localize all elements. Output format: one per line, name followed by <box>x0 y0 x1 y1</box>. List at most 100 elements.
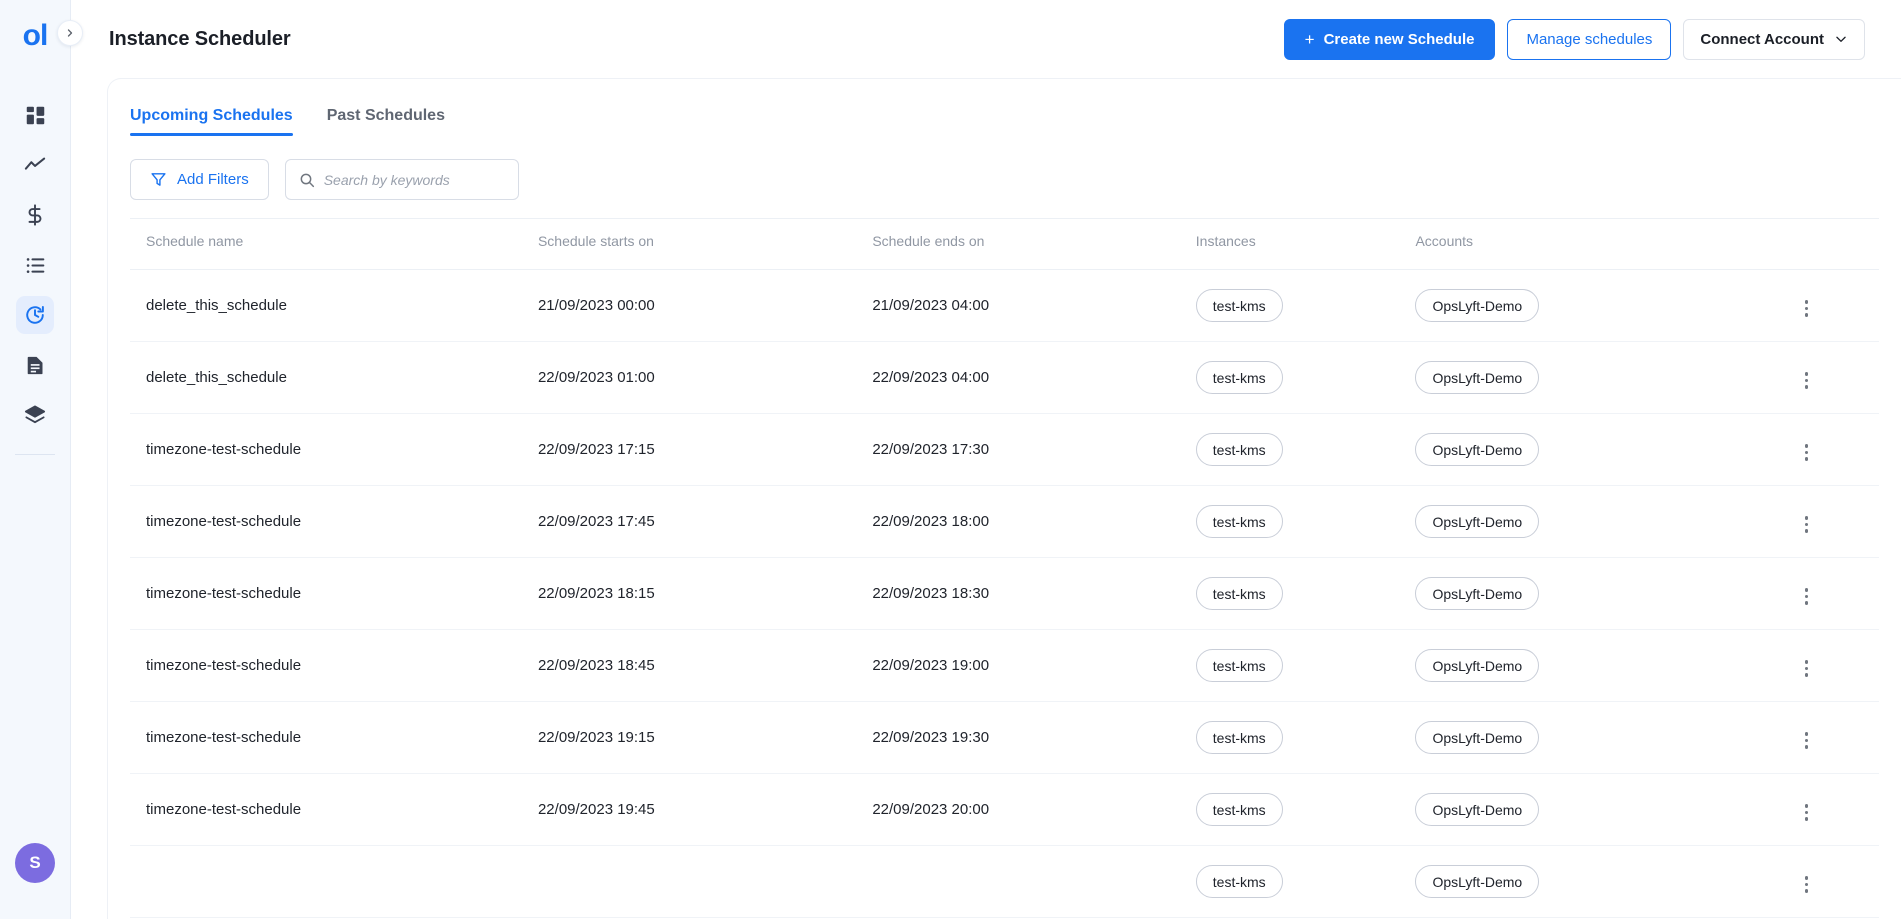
instance-pill[interactable]: test-kms <box>1195 289 1283 322</box>
table-header-row: Schedule name Schedule starts on Schedul… <box>130 218 1879 270</box>
sidebar-item-scheduler[interactable] <box>16 296 54 334</box>
sidebar-expand-button[interactable] <box>57 20 83 46</box>
chevron-down-icon <box>1834 32 1848 46</box>
cell-schedule-name: delete_this_schedule <box>130 269 538 342</box>
table-row[interactable]: delete_this_schedule 21/09/2023 00:00 21/0… <box>130 269 1879 342</box>
add-filters-button[interactable]: Add Filters <box>130 159 269 200</box>
sidebar-item-cost[interactable] <box>16 196 54 234</box>
instance-pill[interactable]: test-kms <box>1195 577 1283 610</box>
sidebar-logo-zone: ol <box>0 0 83 71</box>
table-row[interactable]: timezone-test-schedule 22/09/2023 19:45 22… <box>130 773 1879 846</box>
schedules-table-wrap: Schedule name Schedule starts on Schedul… <box>108 218 1901 919</box>
cell-actions <box>1734 557 1879 630</box>
brand-logo[interactable]: ol <box>23 20 49 51</box>
account-pill[interactable]: OpsLyft-Demo <box>1415 577 1540 610</box>
more-vertical-icon[interactable] <box>1797 368 1817 393</box>
table-row[interactable]: timezone-test-schedule 22/09/2023 17:45 22… <box>130 485 1879 558</box>
table-row[interactable]: timezone-test-schedule 22/09/2023 18:45 22… <box>130 629 1879 702</box>
instance-pill[interactable]: test-kms <box>1195 865 1283 898</box>
more-vertical-icon[interactable] <box>1797 800 1817 825</box>
instance-pill[interactable]: test-kms <box>1195 433 1283 466</box>
cell-instances: test-kms <box>1195 413 1416 486</box>
cell-accounts: OpsLyft-Demo <box>1415 557 1735 630</box>
sidebar-item-resources[interactable] <box>16 396 54 434</box>
cell-actions <box>1734 773 1879 846</box>
instance-pill[interactable]: test-kms <box>1195 505 1283 538</box>
cell-instances: test-kms <box>1195 629 1416 702</box>
more-vertical-icon[interactable] <box>1797 440 1817 465</box>
cell-actions <box>1734 845 1879 918</box>
instance-pill[interactable]: test-kms <box>1195 649 1283 682</box>
plus-icon: + <box>1304 29 1315 49</box>
avatar[interactable]: S <box>15 843 55 883</box>
content-card: Upcoming Schedules Past Schedules Add Fi… <box>107 78 1901 919</box>
account-pill[interactable]: OpsLyft-Demo <box>1415 649 1540 682</box>
grid-dashboard-icon <box>25 105 46 126</box>
cell-instances: test-kms <box>1195 485 1416 558</box>
cell-ends-on: 22/09/2023 04:00 <box>872 341 1196 414</box>
sidebar-divider <box>15 454 55 455</box>
table-row[interactable]: test-kms OpsLyft-Demo <box>130 845 1879 918</box>
search-box[interactable] <box>284 159 519 200</box>
cell-schedule-name: timezone-test-schedule <box>130 701 538 774</box>
instance-pill[interactable]: test-kms <box>1195 721 1283 754</box>
cell-actions <box>1734 629 1879 702</box>
account-pill[interactable]: OpsLyft-Demo <box>1415 361 1540 394</box>
cell-starts-on: 22/09/2023 17:15 <box>537 413 873 486</box>
search-input[interactable] <box>323 171 505 188</box>
more-vertical-icon[interactable] <box>1797 584 1817 609</box>
sidebar: ol S <box>0 0 83 919</box>
account-pill[interactable]: OpsLyft-Demo <box>1415 505 1540 538</box>
table-row[interactable]: timezone-test-schedule 22/09/2023 19:15 22… <box>130 701 1879 774</box>
cell-accounts: OpsLyft-Demo <box>1415 845 1735 918</box>
sidebar-item-analytics[interactable] <box>16 146 54 184</box>
tab-bar: Upcoming Schedules Past Schedules <box>108 79 1901 137</box>
more-vertical-icon[interactable] <box>1797 512 1817 537</box>
table-body: delete_this_schedule 21/09/2023 00:00 21/0… <box>130 269 1879 918</box>
sidebar-item-dashboard[interactable] <box>16 96 54 134</box>
main-area: Instance Scheduler + Create new Schedule… <box>71 0 1901 919</box>
connect-account-button[interactable]: Connect Account <box>1683 18 1865 60</box>
more-vertical-icon[interactable] <box>1797 728 1817 753</box>
cell-instances: test-kms <box>1195 557 1416 630</box>
account-pill[interactable]: OpsLyft-Demo <box>1415 433 1540 466</box>
cell-starts-on: 22/09/2023 19:45 <box>537 773 873 846</box>
instance-pill[interactable]: test-kms <box>1195 793 1283 826</box>
column-header-starts-on: Schedule starts on <box>537 218 873 270</box>
tab-past-schedules[interactable]: Past Schedules <box>327 107 445 136</box>
instance-pill[interactable]: test-kms <box>1195 361 1283 394</box>
account-pill[interactable]: OpsLyft-Demo <box>1415 793 1540 826</box>
cell-starts-on: 22/09/2023 18:15 <box>537 557 873 630</box>
more-vertical-icon[interactable] <box>1797 872 1817 897</box>
create-new-schedule-label: Create new Schedule <box>1323 30 1475 48</box>
avatar-initial: S <box>29 853 41 872</box>
more-vertical-icon[interactable] <box>1797 296 1817 321</box>
cell-accounts: OpsLyft-Demo <box>1415 773 1735 846</box>
table-row[interactable]: delete_this_schedule 22/09/2023 01:00 22/0… <box>130 341 1879 414</box>
cell-instances: test-kms <box>1195 701 1416 774</box>
clock-refresh-icon <box>24 304 46 326</box>
account-pill[interactable]: OpsLyft-Demo <box>1415 289 1540 322</box>
cell-ends-on: 22/09/2023 19:00 <box>872 629 1196 702</box>
cell-starts-on: 21/09/2023 00:00 <box>537 269 873 342</box>
filter-row: Add Filters <box>108 137 1901 218</box>
table-head: Schedule name Schedule starts on Schedul… <box>130 218 1879 270</box>
sidebar-item-reports[interactable] <box>16 346 54 384</box>
cell-schedule-name: timezone-test-schedule <box>130 557 538 630</box>
manage-schedules-button[interactable]: Manage schedules <box>1507 18 1672 60</box>
cell-schedule-name: timezone-test-schedule <box>130 629 538 702</box>
connect-account-label: Connect Account <box>1700 30 1824 48</box>
cell-actions <box>1734 701 1879 774</box>
table-row[interactable]: timezone-test-schedule 22/09/2023 17:15 22… <box>130 413 1879 486</box>
cell-starts-on <box>537 845 873 918</box>
table-row[interactable]: timezone-test-schedule 22/09/2023 18:15 22… <box>130 557 1879 630</box>
create-new-schedule-button[interactable]: + Create new Schedule <box>1283 18 1496 60</box>
schedules-table: Schedule name Schedule starts on Schedul… <box>130 218 1879 918</box>
cell-instances: test-kms <box>1195 341 1416 414</box>
tab-upcoming-schedules[interactable]: Upcoming Schedules <box>130 107 293 136</box>
more-vertical-icon[interactable] <box>1797 656 1817 681</box>
account-pill[interactable]: OpsLyft-Demo <box>1415 721 1540 754</box>
account-pill[interactable]: OpsLyft-Demo <box>1415 865 1540 898</box>
sidebar-item-inventory[interactable] <box>16 246 54 284</box>
cell-accounts: OpsLyft-Demo <box>1415 485 1735 558</box>
